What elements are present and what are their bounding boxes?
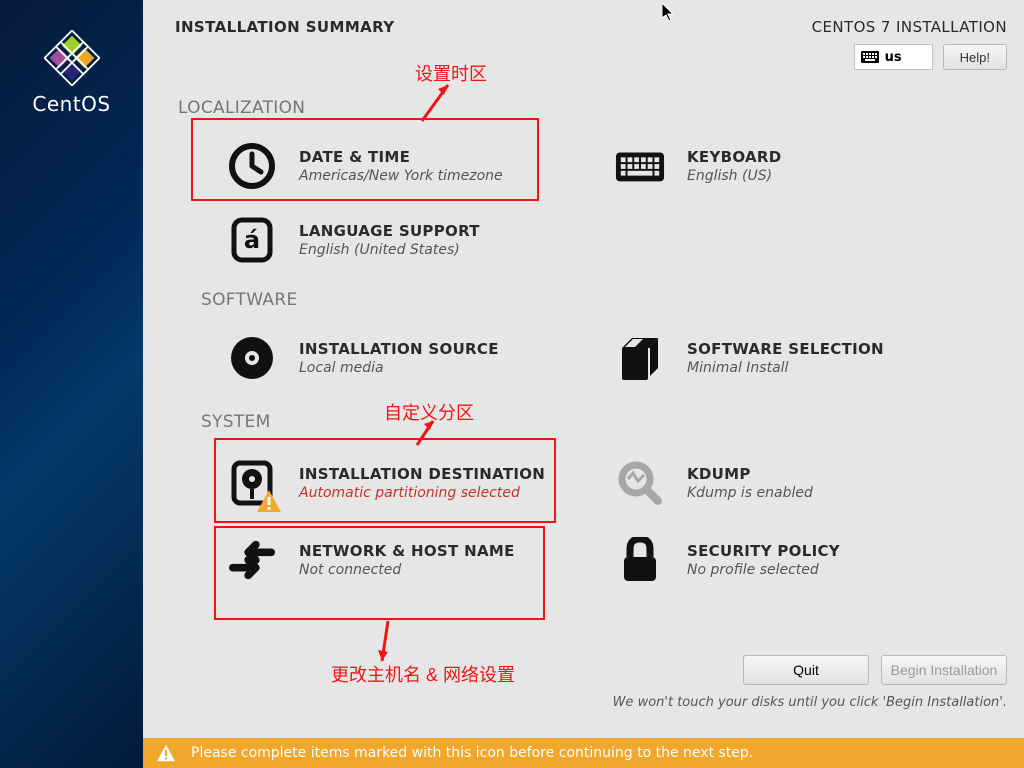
annotation-timezone: 设置时区 <box>415 60 487 86</box>
keyboard-icon <box>615 141 665 191</box>
package-icon <box>615 333 665 383</box>
section-localization: LOCALIZATION <box>178 98 305 118</box>
installer-title: CENTOS 7 INSTALLATION <box>812 18 1007 36</box>
lock-icon <box>615 535 665 585</box>
spoke-title: INSTALLATION SOURCE <box>299 340 499 358</box>
brand-block: CentOS <box>0 30 143 116</box>
clock-icon <box>227 141 277 191</box>
language-icon: á <box>227 215 277 265</box>
page-title: INSTALLATION SUMMARY <box>175 18 395 36</box>
spoke-status: Kdump is enabled <box>687 485 813 501</box>
spoke-status: English (US) <box>687 168 782 184</box>
warning-text: Please complete items marked with this i… <box>191 745 753 761</box>
spoke-title: KEYBOARD <box>687 148 782 166</box>
quit-button[interactable]: Quit <box>743 655 869 685</box>
spoke-installation-source[interactable]: INSTALLATION SOURCE Local media <box>227 333 499 383</box>
disc-icon <box>227 333 277 383</box>
spoke-title: SOFTWARE SELECTION <box>687 340 884 358</box>
spoke-title: KDUMP <box>687 465 813 483</box>
spoke-status: Not connected <box>299 562 515 578</box>
footer-buttons: Quit Begin Installation <box>743 655 1007 685</box>
brand-text: CentOS <box>32 92 110 116</box>
spoke-installation-destination[interactable]: INSTALLATION DESTINATION Automatic partit… <box>227 458 545 508</box>
warning-badge-icon <box>257 490 281 512</box>
spoke-keyboard[interactable]: KEYBOARD English (US) <box>615 141 782 191</box>
warning-bar: Please complete items marked with this i… <box>143 738 1024 768</box>
header-right: CENTOS 7 INSTALLATION us Help! <box>812 18 1007 70</box>
magnifier-icon <box>615 458 665 508</box>
main-panel: INSTALLATION SUMMARY CENTOS 7 INSTALLATI… <box>143 0 1024 768</box>
spoke-title: NETWORK & HOST NAME <box>299 542 515 560</box>
arrow-icon <box>374 617 400 665</box>
spoke-title: DATE & TIME <box>299 148 503 166</box>
spoke-status: Automatic partitioning selected <box>299 485 545 501</box>
svg-text:á: á <box>244 226 260 254</box>
footer-hint: We won't touch your disks until you clic… <box>613 695 1007 710</box>
keyboard-mini-icon <box>861 51 879 63</box>
begin-installation-button[interactable]: Begin Installation <box>881 655 1007 685</box>
spoke-kdump[interactable]: KDUMP Kdump is enabled <box>615 458 813 508</box>
mouse-cursor-icon <box>662 3 676 23</box>
arrow-icon <box>418 79 454 125</box>
hard-drive-icon <box>227 458 277 508</box>
warning-icon <box>157 744 175 762</box>
spoke-status: Local media <box>299 360 499 376</box>
annotation-partition: 自定义分区 <box>384 399 474 425</box>
centos-logo-icon <box>44 30 100 86</box>
spoke-status: Americas/New York timezone <box>299 168 503 184</box>
spoke-status: No profile selected <box>687 562 840 578</box>
spoke-date-time[interactable]: DATE & TIME Americas/New York timezone <box>227 141 503 191</box>
spoke-network[interactable]: NETWORK & HOST NAME Not connected <box>227 535 515 585</box>
keyboard-layout-selector[interactable]: us <box>854 44 933 70</box>
spoke-title: SECURITY POLICY <box>687 542 840 560</box>
sidebar: CentOS <box>0 0 143 768</box>
spoke-title: INSTALLATION DESTINATION <box>299 465 545 483</box>
section-system: SYSTEM <box>201 412 271 432</box>
help-button[interactable]: Help! <box>943 44 1007 70</box>
annotation-network: 更改主机名 & 网络设置 <box>331 661 515 687</box>
spoke-software-selection[interactable]: SOFTWARE SELECTION Minimal Install <box>615 333 884 383</box>
network-icon <box>227 535 277 585</box>
spoke-status: Minimal Install <box>687 360 884 376</box>
spoke-security-policy[interactable]: SECURITY POLICY No profile selected <box>615 535 840 585</box>
spoke-language-support[interactable]: á LANGUAGE SUPPORT English (United States… <box>227 215 480 265</box>
keyboard-layout-label: us <box>885 50 902 65</box>
arrow-icon <box>413 415 439 449</box>
spoke-title: LANGUAGE SUPPORT <box>299 222 480 240</box>
spoke-status: English (United States) <box>299 242 480 258</box>
section-software: SOFTWARE <box>201 290 298 310</box>
